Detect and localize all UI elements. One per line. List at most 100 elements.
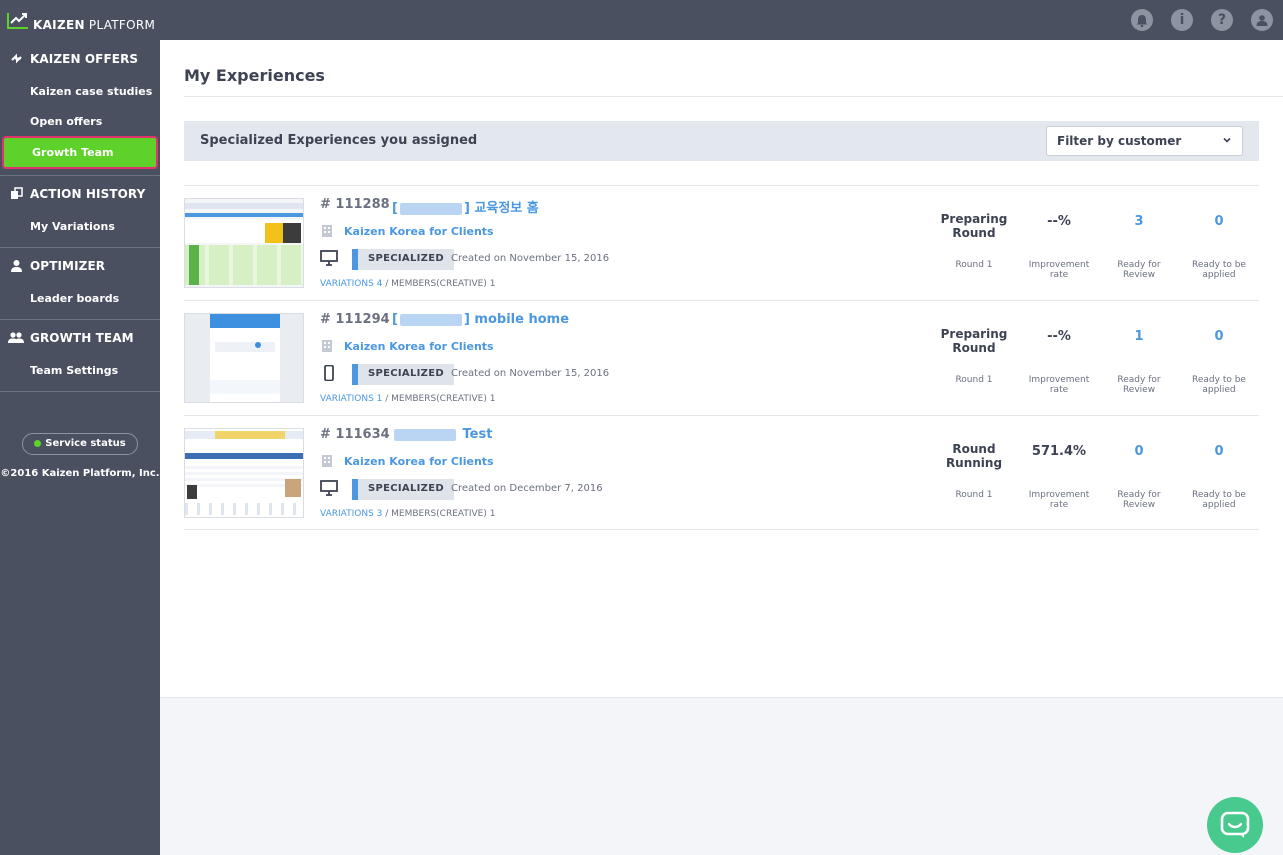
chat-widget-button[interactable] xyxy=(1207,797,1263,853)
ready-to-apply-count[interactable]: 0 xyxy=(1179,444,1259,459)
service-status-wrap: Service status xyxy=(0,392,160,455)
variations-link[interactable]: VARIATIONS 3 xyxy=(320,509,382,519)
sidebar-item-kaizen-case-studies[interactable]: Kaizen case studies xyxy=(0,76,160,106)
top-bar: KAIZEN PLATFORM i ? xyxy=(0,0,1283,40)
variations-link[interactable]: VARIATIONS 1 xyxy=(320,394,382,404)
status-line2: Running xyxy=(945,456,1003,470)
variations-link[interactable]: VARIATIONS 4 xyxy=(320,279,382,289)
customer-link[interactable]: Kaizen Korea for Clients xyxy=(320,339,494,353)
ready-for-review-count[interactable]: 1 xyxy=(1099,329,1179,344)
sidebar-item-growth-team[interactable]: Growth Team xyxy=(2,136,158,169)
ready-apply-number: 0 xyxy=(1214,214,1224,229)
experience-thumbnail[interactable] xyxy=(184,428,304,518)
customer-link[interactable]: Kaizen Korea for Clients xyxy=(320,454,494,468)
improvement-caption: Improvement rate xyxy=(1019,490,1099,510)
round-number: Round 1 xyxy=(934,260,1014,270)
copyright: ©2016 Kaizen Platform, Inc. xyxy=(0,467,160,479)
page-title: My Experiences xyxy=(184,66,325,85)
ready-to-apply-caption: Ready to be applied xyxy=(1179,260,1259,280)
caption-line2: rate xyxy=(1049,500,1069,510)
ready-to-apply-caption: Ready to be applied xyxy=(1179,375,1259,395)
caption-line1: Ready to be xyxy=(1192,490,1246,500)
name-prefix: [ xyxy=(392,312,398,327)
created-date: Created on November 15, 2016 xyxy=(451,253,610,264)
name-suffix: Test xyxy=(458,427,493,442)
team-icon xyxy=(8,330,24,346)
name-prefix: [ xyxy=(392,201,398,216)
section-header: Specialized Experiences you assigned Fil… xyxy=(184,121,1259,161)
filter-label: Filter by customer xyxy=(1057,134,1182,148)
footer-area xyxy=(160,697,1283,855)
sidebar-heading-optimizer[interactable]: OPTIMIZER xyxy=(0,248,160,283)
section-title: Specialized Experiences you assigned xyxy=(200,133,478,148)
round-number: Round 1 xyxy=(934,375,1014,385)
sidebar-section-action-history: ACTION HISTORY My Variations xyxy=(0,176,160,248)
caption-line2: applied xyxy=(1202,270,1236,280)
sidebar: KAIZEN OFFERS Kaizen case studies Open o… xyxy=(0,40,160,855)
name-suffix: ] 교육정보 홈 xyxy=(463,201,539,216)
ready-to-apply-caption: Ready to be applied xyxy=(1179,490,1259,510)
help-icon[interactable]: ? xyxy=(1211,9,1233,31)
building-icon xyxy=(322,455,332,467)
caption-line1: Improvement xyxy=(1028,375,1090,385)
members-count: / MEMBERS(CREATIVE) 1 xyxy=(382,394,496,404)
round-label: Round 1 xyxy=(955,375,993,385)
sidebar-item-my-variations[interactable]: My Variations xyxy=(0,211,160,241)
status-line1: Preparing xyxy=(940,327,1008,341)
caption-line1: Ready for xyxy=(1117,260,1161,270)
caption-line2: Review xyxy=(1122,270,1156,280)
filter-by-customer-select[interactable]: Filter by customer xyxy=(1046,126,1243,156)
user-icon[interactable] xyxy=(1251,9,1273,31)
caption-line1: Ready to be xyxy=(1192,375,1246,385)
specialized-badge: SPECIALIZED xyxy=(352,364,454,385)
sidebar-heading-label: KAIZEN OFFERS xyxy=(30,51,139,66)
improvement-rate: --% xyxy=(1047,214,1071,229)
improvement-caption: Improvement rate xyxy=(1019,375,1099,395)
experience-name-link[interactable]: [ ] 교육정보 홈 xyxy=(392,197,539,216)
sidebar-item-open-offers[interactable]: Open offers xyxy=(0,106,160,136)
sidebar-heading-label: OPTIMIZER xyxy=(30,258,106,273)
bell-icon[interactable] xyxy=(1131,9,1153,31)
sidebar-item-leader-boards[interactable]: Leader boards xyxy=(0,283,160,313)
sidebar-heading-action-history[interactable]: ACTION HISTORY xyxy=(0,176,160,211)
specialized-badge: SPECIALIZED xyxy=(352,249,454,270)
ready-to-apply-count[interactable]: 0 xyxy=(1179,329,1259,344)
brand-text: KAIZEN PLATFORM xyxy=(33,18,156,32)
experience-row: # 111288 [] 교육정보 홈 Kaizen Korea for Clie… xyxy=(184,185,1259,300)
specialized-badge: SPECIALIZED xyxy=(352,479,454,500)
sidebar-heading-label: GROWTH TEAM xyxy=(30,330,134,345)
members-count: / MEMBERS(CREATIVE) 1 xyxy=(382,509,496,519)
round-status: Preparing Round xyxy=(934,212,1014,240)
experience-thumbnail[interactable] xyxy=(184,313,304,403)
service-status-label: Service status xyxy=(45,438,126,449)
experience-name-link[interactable]: Test xyxy=(392,427,492,442)
ready-apply-number: 0 xyxy=(1214,329,1224,344)
round-status: Preparing Round xyxy=(934,327,1014,355)
caption-line2: applied xyxy=(1202,385,1236,395)
customer-name: Kaizen Korea for Clients xyxy=(344,224,494,238)
sidebar-heading-label: ACTION HISTORY xyxy=(30,186,146,201)
ready-review-number: 0 xyxy=(1134,444,1144,459)
improvement-caption: Improvement rate xyxy=(1019,260,1099,280)
main-content: My Experiences Specialized Experiences y… xyxy=(160,40,1283,697)
ready-for-review-caption: Ready for Review xyxy=(1099,490,1179,510)
improvement-rate: --% xyxy=(1047,329,1071,344)
improvement-value: --% xyxy=(1019,329,1099,344)
ready-for-review-count[interactable]: 0 xyxy=(1099,444,1179,459)
sidebar-item-team-settings[interactable]: Team Settings xyxy=(0,355,160,385)
created-date: Created on November 15, 2016 xyxy=(451,368,610,379)
status-line1: Preparing xyxy=(940,212,1008,226)
variations-info: VARIATIONS 1 / MEMBERS(CREATIVE) 1 xyxy=(320,394,495,404)
customer-link[interactable]: Kaizen Korea for Clients xyxy=(320,224,494,238)
experience-thumbnail[interactable] xyxy=(184,198,304,288)
name-suffix: ] mobile home xyxy=(463,312,570,327)
kaizen-logo[interactable]: KAIZEN PLATFORM xyxy=(7,10,155,32)
sidebar-heading-growth-team[interactable]: GROWTH TEAM xyxy=(0,320,160,355)
sidebar-heading-kaizen-offers[interactable]: KAIZEN OFFERS xyxy=(0,41,160,76)
info-icon[interactable]: i xyxy=(1171,9,1193,31)
ready-to-apply-count[interactable]: 0 xyxy=(1179,214,1259,229)
ready-for-review-count[interactable]: 3 xyxy=(1099,214,1179,229)
service-status-button[interactable]: Service status xyxy=(22,432,138,455)
status-line1: Round xyxy=(952,442,996,456)
experience-name-link[interactable]: [ ] mobile home xyxy=(392,312,569,327)
